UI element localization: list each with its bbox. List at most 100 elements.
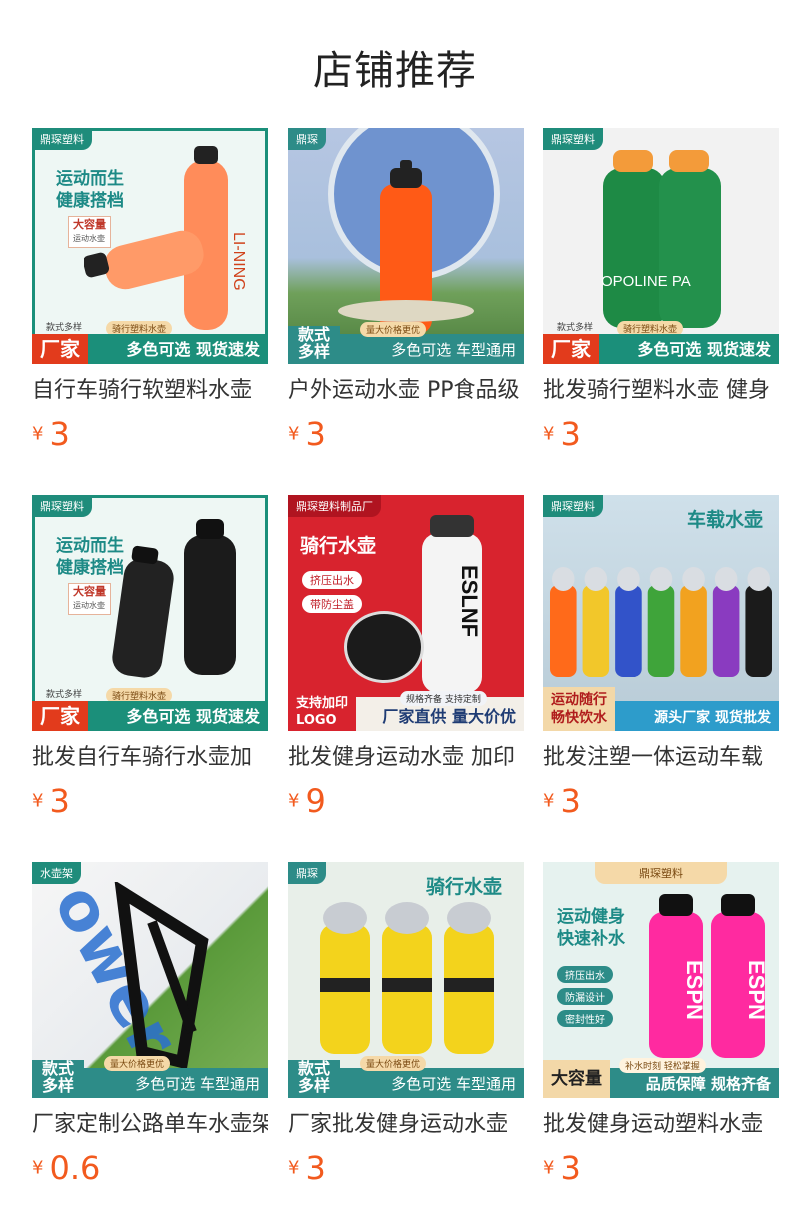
style-label: 款式 多样 — [288, 1060, 341, 1098]
product-price: ¥3 — [288, 415, 326, 453]
svg-text:ESPN: ESPN — [744, 960, 769, 1020]
yellow-bottle-icon — [320, 902, 494, 1054]
product-card[interactable]: 鼎琛塑料 运动而生 健康搭档 大容量 运动水壶 款式多样 骑行塑料水壶 厂家 多… — [32, 495, 268, 835]
bottle-cap — [584, 567, 608, 591]
product-name[interactable]: 批发健身运动水壶 加印 — [288, 743, 524, 773]
product-name[interactable]: 厂家批发健身运动水壶 — [288, 1110, 524, 1140]
product-name[interactable]: 批发骑行塑料水壶 健身 — [543, 376, 779, 406]
style-label: 款式多样 — [46, 323, 83, 333]
product-price: ¥9 — [288, 782, 326, 820]
product-image[interactable]: 鼎琛塑料制品厂 骑行水壶 挤压出水 带防尘盖 ESLNF 支持加印 LOGO 规… — [288, 495, 524, 731]
price-value: 3 — [49, 415, 70, 453]
style-label: 款式 多样 — [32, 1060, 85, 1098]
product-price: ¥3 — [543, 415, 581, 453]
band-text: 厂家直供 量大价优 — [382, 707, 516, 726]
headline-line: 运动健身 — [557, 907, 625, 927]
product-card[interactable]: 水壶架 ower 款式 多样 量大价格更优 多色可选 车型通用 厂家定制公路单车… — [32, 862, 268, 1202]
style-label: 款式多样 — [46, 690, 83, 700]
brand-tag: 水壶架 — [32, 862, 81, 884]
band-text: 多色可选 车型通用 — [135, 1075, 260, 1093]
svg-text:ESLNF: ESLNF — [457, 565, 482, 637]
headline-line: 骑行水壶 — [300, 535, 377, 557]
bottle-shape — [615, 585, 642, 677]
product-card[interactable]: 鼎琛塑料制品厂 骑行水壶 挤压出水 带防尘盖 ESLNF 支持加印 LOGO 规… — [288, 495, 524, 835]
style-label: 款式多样 — [557, 323, 594, 333]
white-bottle-icon: ESLNF — [422, 515, 482, 693]
bottle-cap — [649, 567, 673, 591]
headline-line: 快速补水 — [557, 929, 625, 949]
price-value: 3 — [560, 782, 581, 820]
currency-symbol: ¥ — [32, 423, 44, 445]
promo-pill: 量大价格更优 — [104, 1056, 171, 1071]
page-title: 店铺推荐 — [313, 48, 477, 94]
product-price: ¥3 — [288, 1149, 326, 1187]
bottle-cap — [552, 567, 575, 591]
currency-symbol: ¥ — [543, 423, 555, 445]
product-image[interactable]: 鼎琛塑料 运动而生 健康搭档 大容量 运动水壶 款式多样 骑行塑料水壶 厂家 多… — [32, 495, 268, 731]
bottle-shape — [680, 585, 707, 677]
product-name[interactable]: 批发注塑一体运动车载 — [543, 743, 779, 773]
product-image[interactable]: 鼎琛塑料 车载水壶 运动随行 畅快饮水 源头厂家 现货批发 — [543, 495, 779, 731]
bottle-shape — [745, 585, 772, 677]
black-bottle-icon — [112, 519, 236, 678]
product-name[interactable]: 户外运动水壶 PP食品级 — [288, 376, 524, 406]
product-image[interactable]: 鼎琛 款式 多样 量大价格更优 多色可选 车型通用 — [288, 128, 524, 364]
product-image[interactable]: 鼎琛塑料 OPOLINE PA 款式多样 骑行塑料水壶 厂家 多色可选 现货速发 — [543, 128, 779, 364]
orange-bottle-icon: LI-NING — [84, 146, 247, 330]
product-image[interactable]: 鼎琛 骑行水壶 款式 多样 量大价格更优 多色可选 车型通用 — [288, 862, 524, 1098]
currency-symbol: ¥ — [288, 790, 300, 812]
product-image[interactable]: 鼎琛塑料 运动而生 健康搭档 大容量 运动水壶 LI-NING 款式多样 骑行塑… — [32, 128, 268, 364]
price-value: 3 — [305, 415, 326, 453]
bottle-cap — [747, 567, 770, 591]
product-card[interactable]: 鼎琛塑料 运动健身 快速补水 挤压出水 防漏设计 密封性好 ESPN ESPN … — [543, 862, 779, 1202]
product-name[interactable]: 批发健身运动塑料水壶 — [543, 1110, 779, 1140]
product-name[interactable]: 批发自行车骑行水壶加 — [32, 743, 268, 773]
bottle-cage-icon — [114, 882, 209, 1070]
factory-label: 厂家 — [543, 334, 599, 364]
product-card[interactable]: 鼎琛塑料 OPOLINE PA 款式多样 骑行塑料水壶 厂家 多色可选 现货速发… — [543, 128, 779, 468]
feature-chips: 挤压出水 带防尘盖 — [302, 571, 362, 613]
slogan-label: 运动随行 畅快饮水 — [543, 687, 615, 731]
price-value: 3 — [560, 1149, 581, 1187]
band-text: 源头厂家 现货批发 — [654, 710, 771, 726]
product-price: ¥3 — [32, 415, 70, 453]
band-text: 多色可选 车型通用 — [391, 1075, 516, 1093]
brand-tag: 鼎琛塑料 — [595, 862, 727, 884]
brand-tag: 鼎琛塑料 — [32, 128, 92, 150]
product-card[interactable]: 鼎琛 骑行水壶 款式 多样 量大价格更优 多色可选 车型通用 厂家批发健身运动水… — [288, 862, 524, 1202]
bottle-shape — [647, 585, 675, 677]
brand-tag: 鼎琛 — [288, 862, 326, 884]
product-image[interactable]: 水壶架 ower 款式 多样 量大价格更优 多色可选 车型通用 — [32, 862, 268, 1098]
currency-symbol: ¥ — [32, 790, 44, 812]
headline-line: 骑行水壶 — [425, 876, 502, 898]
price-value: 0.6 — [49, 1149, 101, 1187]
product-price: ¥0.6 — [32, 1149, 100, 1187]
band-text: 多色可选 现货速发 — [126, 707, 260, 726]
band-text: 多色可选 车型通用 — [391, 341, 516, 359]
product-name[interactable]: 自行车骑行软塑料水壶 — [32, 376, 268, 406]
product-image[interactable]: 鼎琛塑料 运动健身 快速补水 挤压出水 防漏设计 密封性好 ESPN ESPN … — [543, 862, 779, 1098]
bottle-cap — [617, 567, 640, 591]
product-price: ¥3 — [32, 782, 70, 820]
product-name[interactable]: 厂家定制公路单车水壶架 — [32, 1110, 268, 1140]
currency-symbol: ¥ — [32, 1157, 44, 1179]
price-value: 9 — [305, 782, 326, 820]
headline-line: 车载水壶 — [686, 509, 763, 531]
band-text: 多色可选 现货速发 — [637, 340, 771, 359]
factory-label: 厂家 — [32, 334, 88, 364]
product-price: ¥3 — [543, 782, 581, 820]
green-bottle-icon: OPOLINE PA — [601, 150, 721, 328]
product-card[interactable]: 鼎琛 款式 多样 量大价格更优 多色可选 车型通用 户外运动水壶 PP食品级 ¥… — [288, 128, 524, 468]
multicolor-bottles-icon — [550, 567, 772, 677]
band-text: 品质保障 规格齐备 — [645, 1075, 771, 1093]
bottle-cap — [714, 567, 738, 591]
product-card[interactable]: 鼎琛塑料 运动而生 健康搭档 大容量 运动水壶 LI-NING 款式多样 骑行塑… — [32, 128, 268, 468]
logo-print-label: 支持加印 LOGO — [288, 691, 357, 731]
cap-detail — [344, 611, 424, 683]
brand-tag: 鼎琛 — [288, 128, 326, 150]
capacity-tag: 大容量 运动水壶 — [68, 583, 111, 615]
svg-text:ESPN: ESPN — [682, 960, 707, 1020]
svg-text:OPOLINE PA: OPOLINE PA — [601, 273, 691, 290]
product-card[interactable]: 鼎琛塑料 车载水壶 运动随行 畅快饮水 源头厂家 现货批发 批发注塑一体运动车载… — [543, 495, 779, 835]
currency-symbol: ¥ — [288, 1157, 300, 1179]
